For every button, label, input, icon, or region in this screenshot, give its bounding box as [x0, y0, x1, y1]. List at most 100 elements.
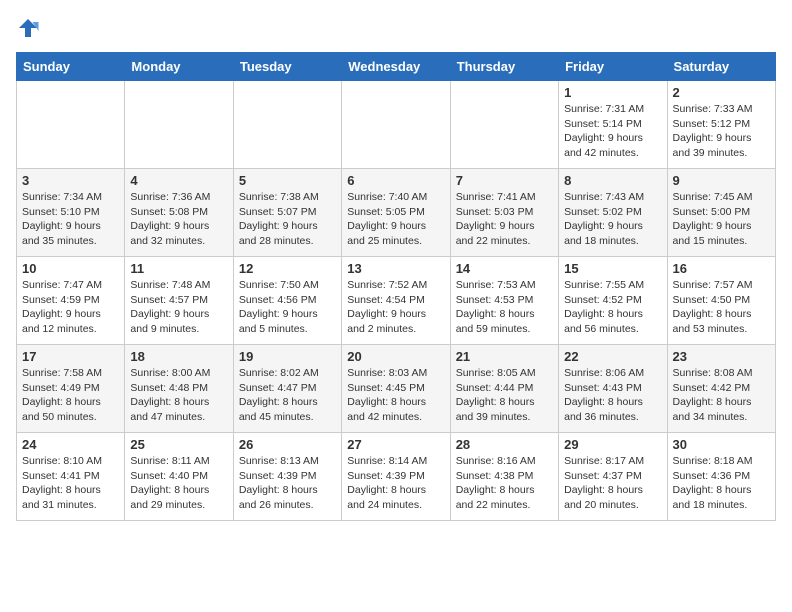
day-number: 14: [456, 261, 553, 276]
day-number: 23: [673, 349, 770, 364]
calendar-cell: [17, 81, 125, 169]
calendar-cell: 12 Sunrise: 7:50 AMSunset: 4:56 PMDaylig…: [233, 257, 341, 345]
calendar-cell: [233, 81, 341, 169]
calendar-cell: [450, 81, 558, 169]
calendar-cell: 19 Sunrise: 8:02 AMSunset: 4:47 PMDaylig…: [233, 345, 341, 433]
day-number: 7: [456, 173, 553, 188]
day-of-week-header: Saturday: [667, 53, 775, 81]
logo: [16, 16, 44, 40]
day-info: Sunrise: 8:17 AMSunset: 4:37 PMDaylight:…: [564, 455, 644, 511]
day-info: Sunrise: 7:31 AMSunset: 5:14 PMDaylight:…: [564, 103, 644, 159]
calendar-cell: 30 Sunrise: 8:18 AMSunset: 4:36 PMDaylig…: [667, 433, 775, 521]
calendar-cell: 26 Sunrise: 8:13 AMSunset: 4:39 PMDaylig…: [233, 433, 341, 521]
day-number: 22: [564, 349, 661, 364]
calendar-cell: 1 Sunrise: 7:31 AMSunset: 5:14 PMDayligh…: [559, 81, 667, 169]
day-info: Sunrise: 8:02 AMSunset: 4:47 PMDaylight:…: [239, 367, 319, 423]
day-info: Sunrise: 7:38 AMSunset: 5:07 PMDaylight:…: [239, 191, 319, 247]
day-number: 5: [239, 173, 336, 188]
day-number: 25: [130, 437, 227, 452]
day-number: 6: [347, 173, 444, 188]
day-info: Sunrise: 7:41 AMSunset: 5:03 PMDaylight:…: [456, 191, 536, 247]
calendar-cell: 29 Sunrise: 8:17 AMSunset: 4:37 PMDaylig…: [559, 433, 667, 521]
calendar-cell: 21 Sunrise: 8:05 AMSunset: 4:44 PMDaylig…: [450, 345, 558, 433]
calendar-cell: 15 Sunrise: 7:55 AMSunset: 4:52 PMDaylig…: [559, 257, 667, 345]
day-number: 26: [239, 437, 336, 452]
calendar-week-row: 10 Sunrise: 7:47 AMSunset: 4:59 PMDaylig…: [17, 257, 776, 345]
day-number: 3: [22, 173, 119, 188]
day-number: 24: [22, 437, 119, 452]
day-number: 9: [673, 173, 770, 188]
calendar: SundayMondayTuesdayWednesdayThursdayFrid…: [16, 52, 776, 521]
day-number: 19: [239, 349, 336, 364]
calendar-cell: 5 Sunrise: 7:38 AMSunset: 5:07 PMDayligh…: [233, 169, 341, 257]
calendar-week-row: 24 Sunrise: 8:10 AMSunset: 4:41 PMDaylig…: [17, 433, 776, 521]
day-number: 21: [456, 349, 553, 364]
calendar-cell: 16 Sunrise: 7:57 AMSunset: 4:50 PMDaylig…: [667, 257, 775, 345]
day-info: Sunrise: 8:18 AMSunset: 4:36 PMDaylight:…: [673, 455, 753, 511]
day-number: 1: [564, 85, 661, 100]
day-info: Sunrise: 7:45 AMSunset: 5:00 PMDaylight:…: [673, 191, 753, 247]
day-of-week-header: Sunday: [17, 53, 125, 81]
day-number: 18: [130, 349, 227, 364]
calendar-cell: 6 Sunrise: 7:40 AMSunset: 5:05 PMDayligh…: [342, 169, 450, 257]
calendar-cell: 24 Sunrise: 8:10 AMSunset: 4:41 PMDaylig…: [17, 433, 125, 521]
calendar-week-row: 1 Sunrise: 7:31 AMSunset: 5:14 PMDayligh…: [17, 81, 776, 169]
day-info: Sunrise: 7:47 AMSunset: 4:59 PMDaylight:…: [22, 279, 102, 335]
day-info: Sunrise: 7:48 AMSunset: 4:57 PMDaylight:…: [130, 279, 210, 335]
calendar-cell: [125, 81, 233, 169]
day-info: Sunrise: 8:13 AMSunset: 4:39 PMDaylight:…: [239, 455, 319, 511]
day-number: 2: [673, 85, 770, 100]
calendar-header-row: SundayMondayTuesdayWednesdayThursdayFrid…: [17, 53, 776, 81]
day-number: 4: [130, 173, 227, 188]
day-info: Sunrise: 8:00 AMSunset: 4:48 PMDaylight:…: [130, 367, 210, 423]
day-of-week-header: Wednesday: [342, 53, 450, 81]
day-info: Sunrise: 7:33 AMSunset: 5:12 PMDaylight:…: [673, 103, 753, 159]
day-of-week-header: Friday: [559, 53, 667, 81]
logo-icon: [16, 16, 40, 40]
day-number: 27: [347, 437, 444, 452]
day-number: 8: [564, 173, 661, 188]
calendar-cell: 7 Sunrise: 7:41 AMSunset: 5:03 PMDayligh…: [450, 169, 558, 257]
day-info: Sunrise: 7:50 AMSunset: 4:56 PMDaylight:…: [239, 279, 319, 335]
day-info: Sunrise: 7:52 AMSunset: 4:54 PMDaylight:…: [347, 279, 427, 335]
day-number: 17: [22, 349, 119, 364]
calendar-cell: 3 Sunrise: 7:34 AMSunset: 5:10 PMDayligh…: [17, 169, 125, 257]
day-info: Sunrise: 8:06 AMSunset: 4:43 PMDaylight:…: [564, 367, 644, 423]
day-info: Sunrise: 7:43 AMSunset: 5:02 PMDaylight:…: [564, 191, 644, 247]
day-info: Sunrise: 8:10 AMSunset: 4:41 PMDaylight:…: [22, 455, 102, 511]
day-info: Sunrise: 7:36 AMSunset: 5:08 PMDaylight:…: [130, 191, 210, 247]
calendar-cell: 2 Sunrise: 7:33 AMSunset: 5:12 PMDayligh…: [667, 81, 775, 169]
calendar-cell: 23 Sunrise: 8:08 AMSunset: 4:42 PMDaylig…: [667, 345, 775, 433]
day-info: Sunrise: 7:34 AMSunset: 5:10 PMDaylight:…: [22, 191, 102, 247]
day-of-week-header: Tuesday: [233, 53, 341, 81]
day-info: Sunrise: 8:11 AMSunset: 4:40 PMDaylight:…: [130, 455, 209, 511]
calendar-cell: 13 Sunrise: 7:52 AMSunset: 4:54 PMDaylig…: [342, 257, 450, 345]
header: [16, 16, 776, 40]
day-info: Sunrise: 7:40 AMSunset: 5:05 PMDaylight:…: [347, 191, 427, 247]
day-number: 16: [673, 261, 770, 276]
calendar-cell: 22 Sunrise: 8:06 AMSunset: 4:43 PMDaylig…: [559, 345, 667, 433]
calendar-week-row: 17 Sunrise: 7:58 AMSunset: 4:49 PMDaylig…: [17, 345, 776, 433]
day-info: Sunrise: 8:05 AMSunset: 4:44 PMDaylight:…: [456, 367, 536, 423]
calendar-cell: 14 Sunrise: 7:53 AMSunset: 4:53 PMDaylig…: [450, 257, 558, 345]
day-number: 13: [347, 261, 444, 276]
day-number: 30: [673, 437, 770, 452]
day-number: 11: [130, 261, 227, 276]
calendar-cell: 9 Sunrise: 7:45 AMSunset: 5:00 PMDayligh…: [667, 169, 775, 257]
day-info: Sunrise: 8:03 AMSunset: 4:45 PMDaylight:…: [347, 367, 427, 423]
day-of-week-header: Monday: [125, 53, 233, 81]
day-number: 20: [347, 349, 444, 364]
day-number: 10: [22, 261, 119, 276]
calendar-cell: 4 Sunrise: 7:36 AMSunset: 5:08 PMDayligh…: [125, 169, 233, 257]
calendar-cell: 20 Sunrise: 8:03 AMSunset: 4:45 PMDaylig…: [342, 345, 450, 433]
day-info: Sunrise: 7:53 AMSunset: 4:53 PMDaylight:…: [456, 279, 536, 335]
day-info: Sunrise: 7:57 AMSunset: 4:50 PMDaylight:…: [673, 279, 753, 335]
day-info: Sunrise: 7:55 AMSunset: 4:52 PMDaylight:…: [564, 279, 644, 335]
calendar-cell: 25 Sunrise: 8:11 AMSunset: 4:40 PMDaylig…: [125, 433, 233, 521]
day-info: Sunrise: 8:14 AMSunset: 4:39 PMDaylight:…: [347, 455, 427, 511]
calendar-cell: 11 Sunrise: 7:48 AMSunset: 4:57 PMDaylig…: [125, 257, 233, 345]
day-number: 29: [564, 437, 661, 452]
calendar-week-row: 3 Sunrise: 7:34 AMSunset: 5:10 PMDayligh…: [17, 169, 776, 257]
day-info: Sunrise: 8:08 AMSunset: 4:42 PMDaylight:…: [673, 367, 753, 423]
day-info: Sunrise: 8:16 AMSunset: 4:38 PMDaylight:…: [456, 455, 536, 511]
